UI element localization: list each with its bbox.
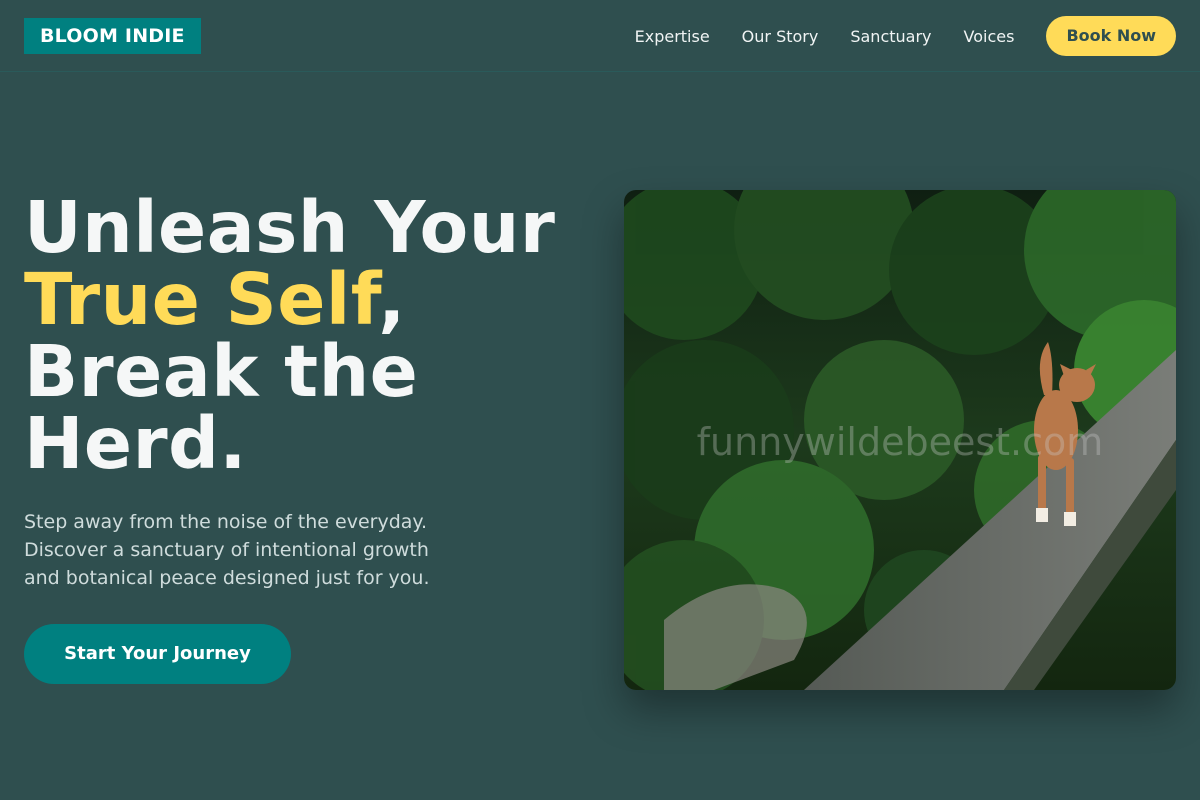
primary-nav: Expertise Our Story Sanctuary Voices Boo…: [635, 16, 1176, 56]
headline-accent: True Self: [24, 258, 379, 341]
headline-line-4: Herd.: [24, 402, 247, 485]
hero-headline: Unleash Your True Self, Break the Herd.: [24, 192, 604, 480]
start-journey-button[interactable]: Start Your Journey: [24, 624, 291, 684]
brand-logo[interactable]: BLOOM INDIE: [24, 18, 201, 54]
image-watermark: funnywildebeest.com: [696, 420, 1104, 464]
top-navbar: BLOOM INDIE Expertise Our Story Sanctuar…: [0, 0, 1200, 72]
nav-link-expertise[interactable]: Expertise: [635, 27, 710, 46]
hero-subtext: Step away from the noise of the everyday…: [24, 511, 430, 589]
nav-link-voices[interactable]: Voices: [964, 27, 1015, 46]
headline-line-1: Unleash Your: [24, 186, 556, 269]
hero-text: Unleash Your True Self, Break the Herd. …: [24, 192, 604, 592]
nav-link-sanctuary[interactable]: Sanctuary: [850, 27, 931, 46]
headline-comma: ,: [378, 258, 406, 341]
headline-line-3: Break the: [24, 330, 419, 413]
hero-image: funnywildebeest.com: [624, 190, 1176, 690]
book-now-button[interactable]: Book Now: [1046, 16, 1176, 56]
nav-link-our-story[interactable]: Our Story: [742, 27, 819, 46]
